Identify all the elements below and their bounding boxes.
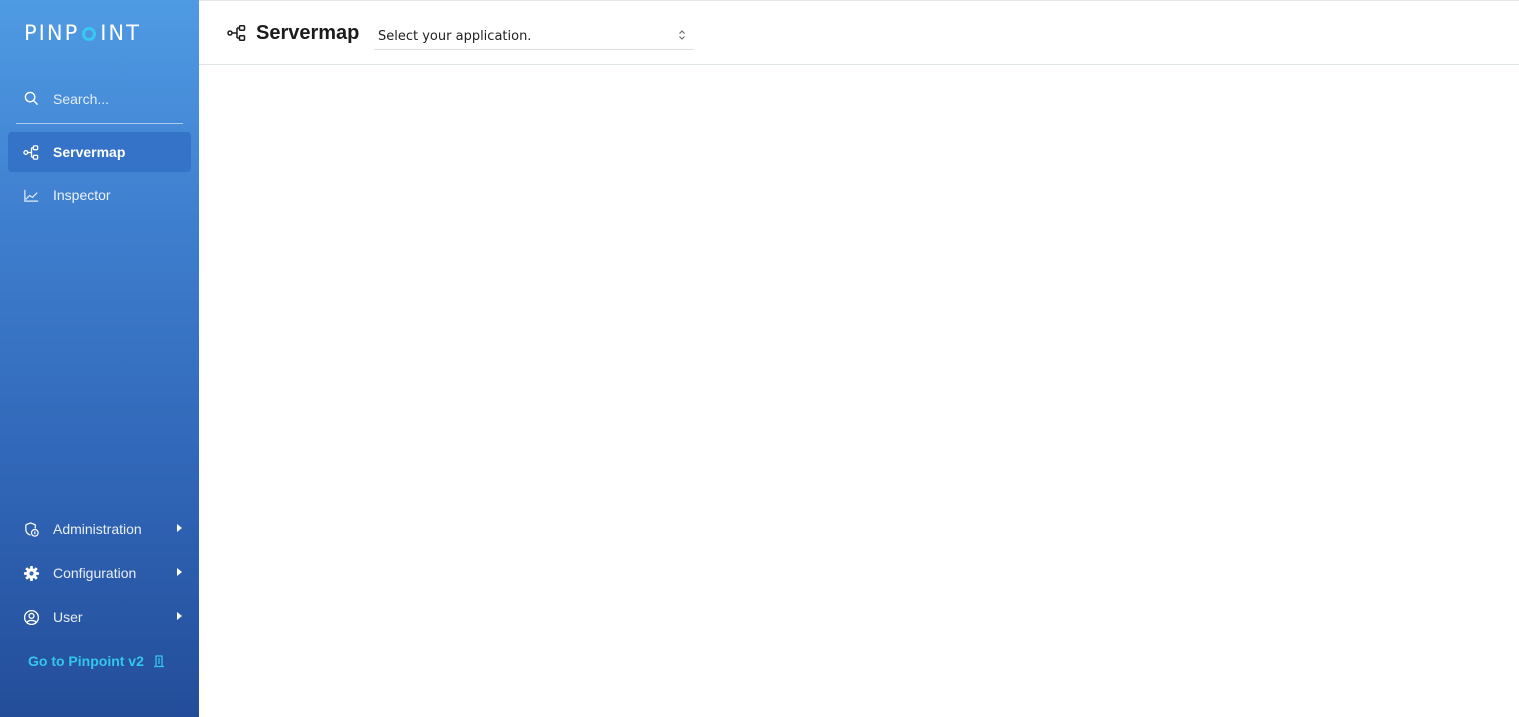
sidebar: PINP INT Servermap [0, 0, 199, 717]
chevron-right-icon [177, 612, 182, 620]
logo-text-left: PINP [24, 21, 80, 45]
sidebar-item-configuration[interactable]: Configuration [8, 553, 191, 593]
chevron-right-icon [177, 524, 182, 532]
search-input[interactable] [53, 91, 173, 107]
admin-shield-icon [23, 521, 40, 538]
search-icon [24, 91, 39, 106]
sidebar-item-inspector[interactable]: Inspector [8, 175, 191, 215]
page-header: Servermap Select your application. [199, 0, 1519, 65]
gear-icon [23, 565, 40, 582]
sidebar-item-label: Configuration [53, 565, 137, 581]
application-select-value: Select your application. [378, 28, 532, 44]
sidebar-item-label: Servermap [53, 144, 126, 160]
sidebar-item-label: Inspector [53, 187, 111, 203]
pinpoint-logo[interactable]: PINP INT [24, 20, 141, 46]
go-to-pinpoint-v2-link[interactable]: Go to Pinpoint v2 [28, 651, 166, 671]
chevron-up-down-icon [679, 30, 685, 40]
page-title: Servermap [256, 22, 360, 44]
sidebar-search [16, 80, 183, 124]
door-exit-icon [153, 655, 164, 668]
sidebar-item-servermap[interactable]: Servermap [8, 132, 191, 172]
servermap-icon [23, 144, 40, 161]
logo-text-right: INT [100, 21, 141, 45]
servermap-canvas[interactable] [199, 65, 1519, 717]
sidebar-item-user[interactable]: User [8, 597, 191, 637]
application-select[interactable]: Select your application. [374, 23, 694, 50]
servermap-icon [227, 25, 246, 41]
line-chart-icon [23, 187, 40, 204]
go-to-v2-label: Go to Pinpoint v2 [28, 653, 144, 669]
user-circle-icon [23, 609, 40, 626]
chevron-right-icon [177, 568, 182, 576]
logo-o-mark [82, 27, 97, 41]
sidebar-item-label: Administration [53, 521, 142, 537]
sidebar-item-administration[interactable]: Administration [8, 509, 191, 549]
sidebar-item-label: User [53, 609, 83, 625]
